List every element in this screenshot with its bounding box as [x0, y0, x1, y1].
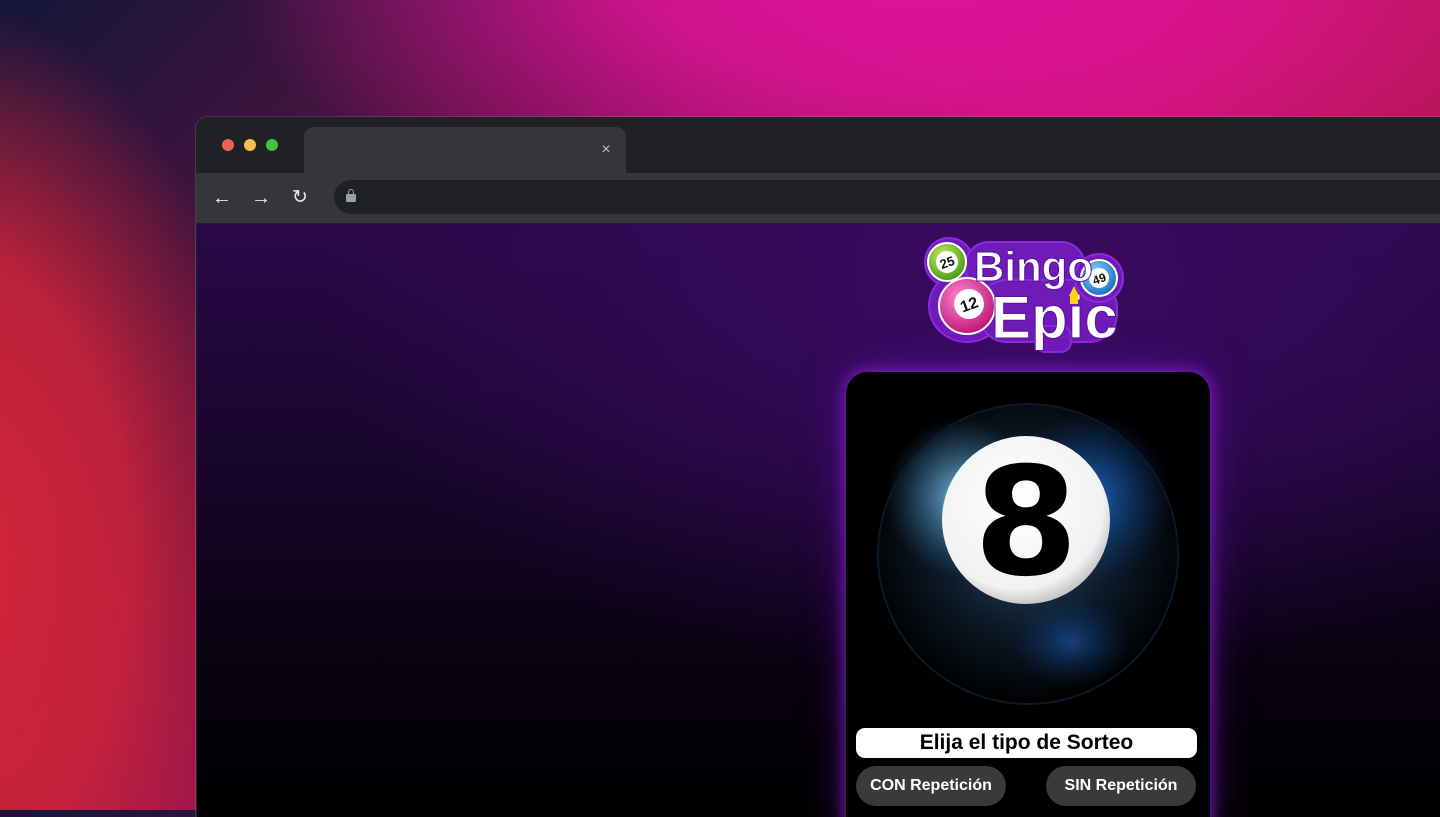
page-viewport: 25 12 49 Bingo Epic 8 Elija el tipo de S… [197, 224, 1440, 817]
sin-repeticion-button[interactable]: SIN Repetición [1046, 766, 1196, 806]
draw-type-prompt: Elija el tipo de Sorteo [856, 728, 1197, 758]
maximize-window-button[interactable] [266, 139, 278, 151]
browser-toolbar: ← → ↻ [196, 173, 1440, 223]
eight-ball-icon: 8 [877, 403, 1179, 705]
forward-arrow-icon[interactable]: → [249, 186, 273, 210]
logo-word-bingo: Bingo [974, 243, 1093, 290]
close-window-button[interactable] [222, 139, 234, 151]
draw-card: 8 Elija el tipo de Sorteo CON Repetición… [846, 372, 1210, 817]
con-repeticion-button[interactable]: CON Repetición [856, 766, 1006, 806]
tab-close-icon[interactable]: × [596, 140, 616, 160]
title-bar: × [196, 117, 1440, 173]
minimize-window-button[interactable] [244, 139, 256, 151]
lock-icon [346, 189, 356, 203]
browser-tab[interactable]: × [304, 127, 626, 173]
address-bar[interactable] [334, 180, 1440, 214]
bingo-epic-logo: 25 12 49 Bingo Epic [924, 237, 1124, 353]
logo-word-epic: Epic [991, 284, 1118, 351]
ball-number: 8 [974, 436, 1078, 610]
reload-icon[interactable]: ↻ [288, 186, 312, 210]
back-arrow-icon[interactable]: ← [210, 186, 234, 210]
browser-window: × ← → ↻ 25 12 49 Bingo Epic 8 Elija el t… [196, 117, 1440, 817]
